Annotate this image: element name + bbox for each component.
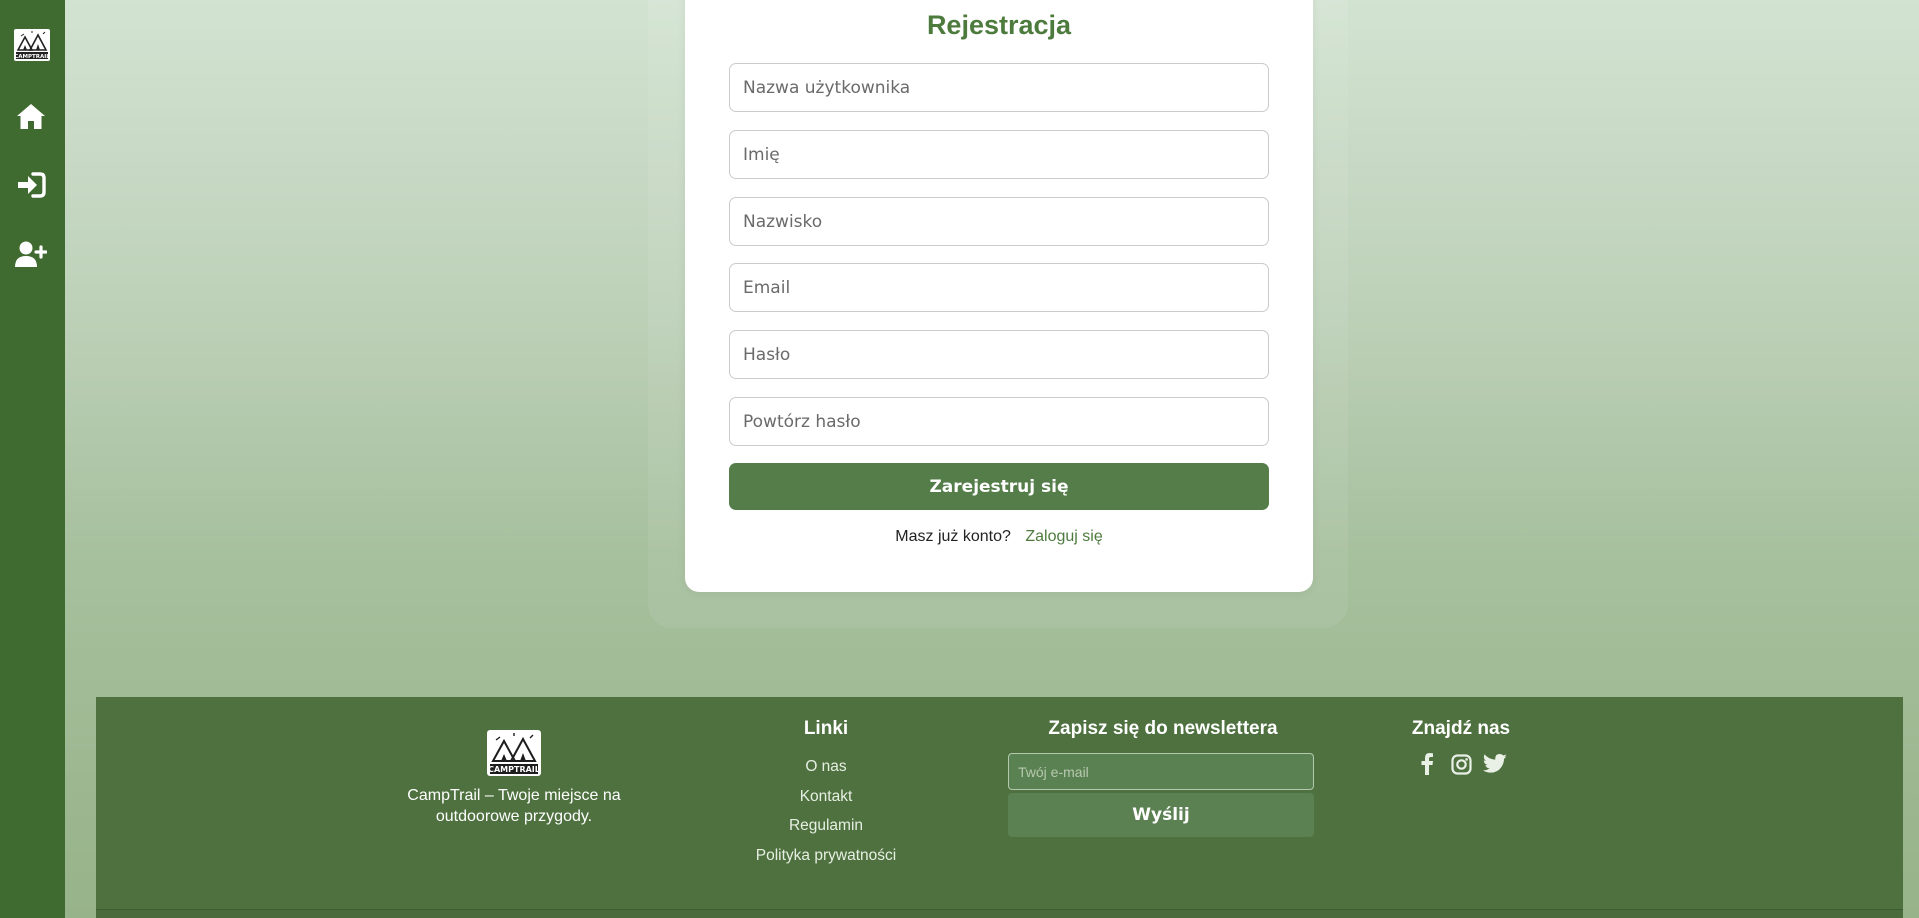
footer-links-title: Linki — [803, 718, 849, 739]
newsletter-send-button[interactable]: Wyślij — [1008, 793, 1314, 837]
footer-tagline: CampTrail – Twoje miejsce na outdoorowe … — [407, 787, 621, 825]
instagram-icon[interactable] — [1449, 752, 1473, 776]
social-icons — [1386, 752, 1536, 776]
user-plus-icon[interactable] — [14, 237, 48, 271]
first-name-field[interactable] — [729, 130, 1269, 179]
footer-link-terms[interactable]: Regulamin — [726, 811, 926, 841]
email-field[interactable] — [729, 263, 1269, 312]
repeat-password-field[interactable] — [729, 397, 1269, 446]
home-icon[interactable] — [14, 99, 48, 133]
newsletter-title: Zapisz się do newslettera — [1048, 718, 1278, 739]
svg-text:CAMPTRAIL: CAMPTRAIL — [488, 765, 540, 774]
login-link[interactable]: Zaloguj się — [1025, 528, 1102, 545]
registration-card: Rejestracja Zarejestruj się Masz już kon… — [685, 0, 1313, 592]
footer-divider — [96, 909, 1903, 918]
footer-link-contact[interactable]: Kontakt — [726, 782, 926, 812]
camptrail-logo[interactable]: CAMPTRAIL — [486, 729, 542, 777]
password-field[interactable] — [729, 330, 1269, 379]
footer-brand: CAMPTRAIL CampTrail – Twoje miejsce na o… — [364, 729, 664, 827]
page-title: Rejestracja — [926, 10, 1072, 40]
camptrail-logo[interactable]: CAMPTRAIL — [13, 28, 51, 62]
footer-links: Linki O nas Kontakt Regulamin Polityka p… — [726, 718, 926, 870]
svg-text:CAMPTRAIL: CAMPTRAIL — [14, 54, 50, 60]
login-question: Masz już konto? — [895, 528, 1011, 545]
login-prompt: Masz już konto? Zaloguj się — [685, 528, 1313, 546]
footer-social: Znajdź nas — [1386, 718, 1536, 776]
register-button[interactable]: Zarejestruj się — [729, 463, 1269, 510]
footer-newsletter: Zapisz się do newslettera Wyślij — [1008, 718, 1318, 837]
footer: CAMPTRAIL CampTrail – Twoje miejsce na o… — [96, 697, 1903, 918]
footer-link-about[interactable]: O nas — [726, 752, 926, 782]
social-title: Znajdź nas — [1411, 718, 1511, 739]
sidebar: CAMPTRAIL — [0, 0, 65, 918]
username-field[interactable] — [729, 63, 1269, 112]
facebook-icon[interactable] — [1415, 752, 1439, 776]
twitter-icon[interactable] — [1483, 752, 1507, 776]
newsletter-email-input[interactable] — [1008, 753, 1314, 790]
footer-link-privacy[interactable]: Polityka prywatności — [726, 841, 926, 871]
last-name-field[interactable] — [729, 197, 1269, 246]
sign-in-icon[interactable] — [14, 168, 48, 202]
